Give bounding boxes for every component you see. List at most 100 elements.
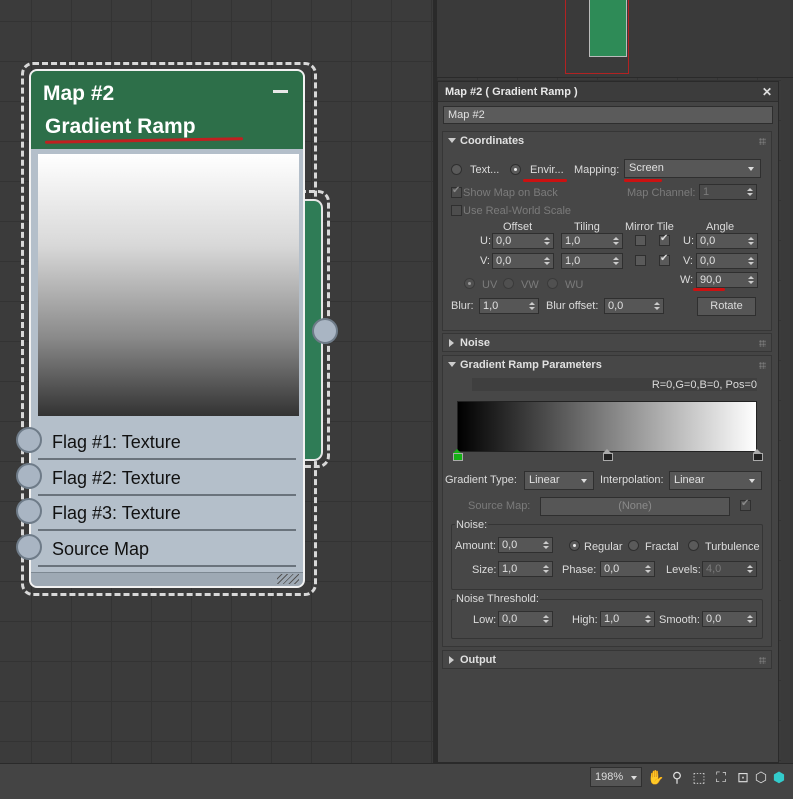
noise-rollout-title: Noise: [460, 337, 490, 349]
low-spinner[interactable]: 0,0: [498, 611, 553, 627]
map-channel-spinner[interactable]: 1: [699, 184, 757, 200]
output-rollout-header[interactable]: Output: [443, 651, 771, 670]
node-title: Map #2: [43, 82, 115, 105]
input-flag-2[interactable]: Flag #2: Texture: [31, 460, 303, 496]
phase-spinner[interactable]: 0,0: [600, 561, 655, 577]
wu-radio[interactable]: [547, 278, 558, 289]
input-socket-flag-2[interactable]: [16, 463, 42, 489]
gradient-ramp-parameters-rollout: Gradient Ramp Parameters R=0,G=0,B=0, Po…: [442, 355, 772, 647]
vw-radio-label: VW: [521, 279, 539, 291]
high-spinner[interactable]: 1,0: [600, 611, 655, 627]
output-socket[interactable]: [312, 318, 338, 344]
node-subtitle: Gradient Ramp: [45, 115, 196, 138]
regular-radio[interactable]: [569, 540, 580, 551]
input-flag-1-label: Flag #1: Texture: [52, 432, 181, 452]
zoom-selected-icon[interactable]: ⊡: [734, 767, 752, 787]
drag-grip-icon[interactable]: [759, 657, 766, 664]
levels-spinner[interactable]: 4,0: [702, 561, 757, 577]
angle-u-spinner[interactable]: 0,0: [696, 233, 758, 249]
gradient-ramp-rollout-header[interactable]: Gradient Ramp Parameters: [443, 356, 771, 375]
uv-radio[interactable]: [464, 278, 475, 289]
panel-titlebar[interactable]: Map #2 ( Gradient Ramp ) ✕: [438, 82, 778, 102]
amount-spinner[interactable]: 0,0: [498, 537, 553, 553]
smooth-label: Smooth:: [659, 614, 700, 626]
zoom-extents-icon[interactable]: ⛶: [712, 767, 730, 787]
rotate-button[interactable]: Rotate: [697, 297, 756, 316]
size-label: Size:: [472, 564, 497, 576]
frame-selected-icon[interactable]: ⬡: [752, 767, 770, 787]
zoom-region-icon[interactable]: ⬚: [690, 767, 708, 787]
panel-title: Map #2 ( Gradient Ramp ): [445, 86, 578, 98]
mirror-u-checkbox[interactable]: [635, 235, 646, 246]
texture-radio[interactable]: [451, 164, 462, 175]
environ-radio-label: Envir...: [530, 164, 564, 176]
fractal-label: Fractal: [645, 541, 679, 553]
input-flag-3[interactable]: Flag #3: Texture: [31, 495, 303, 531]
flag-info-text: R=0,G=0,B=0, Pos=0: [651, 379, 757, 391]
noise-rollout-header[interactable]: Noise: [443, 334, 771, 353]
highlight-selected-icon[interactable]: ⬢: [770, 767, 788, 787]
source-map-button[interactable]: (None): [540, 497, 730, 516]
tiling-u-spinner[interactable]: 1,0: [561, 233, 623, 249]
source-map-checkbox[interactable]: [740, 498, 751, 511]
blur-offset-spinner[interactable]: 0,0: [604, 298, 664, 314]
input-source-map[interactable]: Source Map: [31, 531, 303, 567]
input-flag-1[interactable]: Flag #1: Texture: [31, 424, 303, 460]
panel-scrollbar[interactable]: [781, 78, 793, 763]
minimize-icon[interactable]: [273, 90, 288, 93]
red-underline-annotation: [693, 288, 725, 291]
input-source-map-label: Source Map: [52, 539, 150, 559]
environ-radio[interactable]: [510, 164, 521, 175]
show-map-on-back-label: Show Map on Back: [463, 187, 558, 199]
use-real-world-scale-checkbox[interactable]: [451, 205, 462, 216]
coordinates-rollout-header[interactable]: Coordinates: [443, 132, 771, 151]
node-footer: [31, 572, 303, 586]
navigator-view-frame[interactable]: [565, 0, 629, 74]
drag-grip-icon[interactable]: [759, 138, 766, 145]
levels-label: Levels:: [666, 564, 701, 576]
drag-grip-icon[interactable]: [759, 362, 766, 369]
tile-u-checkbox[interactable]: [659, 233, 670, 246]
gradient-ramp-bar[interactable]: [457, 401, 757, 452]
pan-hand-icon[interactable]: ✋: [647, 767, 665, 787]
zoom-icon[interactable]: ⚲: [668, 767, 686, 787]
tile-v-checkbox[interactable]: [659, 253, 670, 266]
offset-v-spinner[interactable]: 0,0: [492, 253, 554, 269]
input-socket-source-map[interactable]: [16, 534, 42, 560]
angle-v-spinner[interactable]: 0,0: [696, 253, 758, 269]
node-header[interactable]: Map #2 Gradient Ramp: [31, 71, 303, 149]
zoom-level-dropdown[interactable]: 198%: [590, 767, 642, 787]
gradient-flag-3[interactable]: [753, 449, 763, 461]
use-real-world-scale-label: Use Real-World Scale: [463, 205, 572, 217]
uv-radio-label: UV: [482, 279, 498, 291]
parameter-editor-panel: Map #2 ( Gradient Ramp ) ✕ Map #2 Coordi…: [437, 81, 779, 763]
tiling-v-spinner[interactable]: 1,0: [561, 253, 623, 269]
interpolation-label: Interpolation:: [600, 474, 664, 486]
fractal-radio[interactable]: [628, 540, 639, 551]
show-map-on-back-checkbox[interactable]: [451, 185, 462, 198]
interpolation-dropdown[interactable]: Linear: [669, 471, 762, 490]
mapping-dropdown[interactable]: Screen: [624, 159, 761, 178]
tiling-header: Tiling: [574, 221, 600, 233]
turbulence-radio[interactable]: [688, 540, 699, 551]
vw-radio[interactable]: [503, 278, 514, 289]
close-icon[interactable]: ✕: [762, 82, 772, 102]
offset-u-spinner[interactable]: 0,0: [492, 233, 554, 249]
gradient-flag-2[interactable]: [603, 449, 613, 461]
drag-grip-icon[interactable]: [759, 340, 766, 347]
wu-radio-label: WU: [565, 279, 584, 291]
gradient-type-dropdown[interactable]: Linear: [524, 471, 594, 490]
mirror-v-checkbox[interactable]: [635, 255, 646, 266]
map-name-field[interactable]: Map #2: [443, 106, 773, 124]
gradient-ramp-node[interactable]: Map #2 Gradient Ramp Flag #1: Texture Fl…: [29, 69, 305, 588]
input-socket-flag-1[interactable]: [16, 427, 42, 453]
input-socket-flag-3[interactable]: [16, 498, 42, 524]
navigator[interactable]: [437, 0, 793, 78]
angle-w-spinner[interactable]: 90,0: [696, 272, 758, 288]
smooth-spinner[interactable]: 0,0: [702, 611, 757, 627]
turbulence-label: Turbulence: [705, 541, 760, 553]
gradient-flag-1[interactable]: [453, 449, 463, 461]
resize-grip-icon[interactable]: [277, 574, 299, 584]
size-spinner[interactable]: 1,0: [498, 561, 553, 577]
blur-spinner[interactable]: 1,0: [479, 298, 539, 314]
